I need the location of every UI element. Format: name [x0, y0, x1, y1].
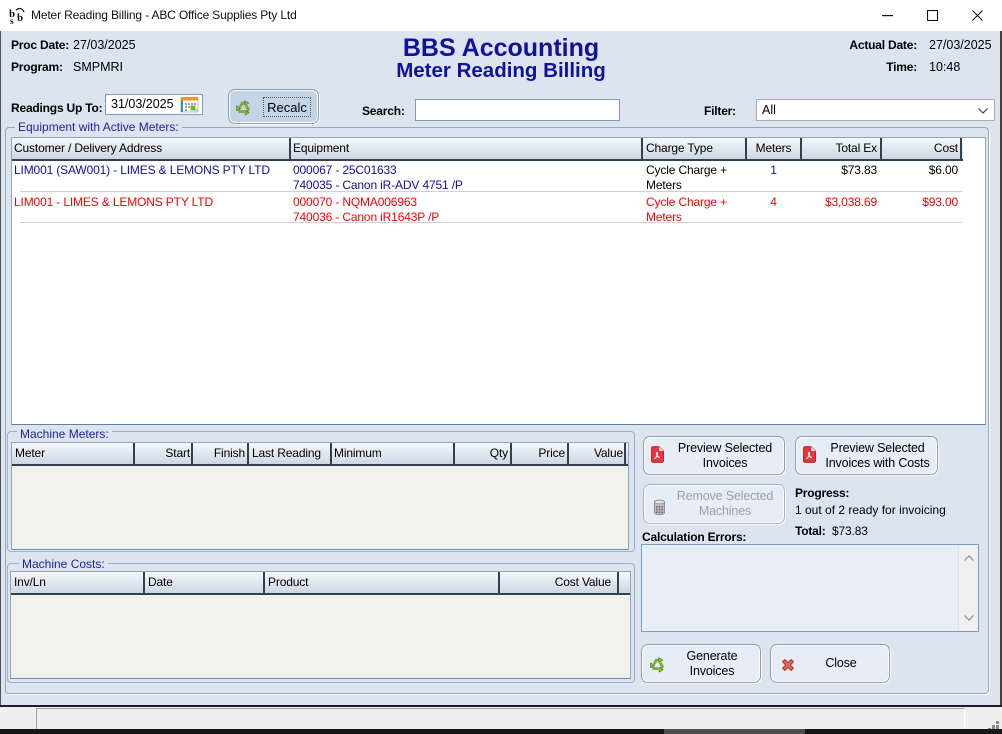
svg-text:b: b	[17, 12, 23, 24]
